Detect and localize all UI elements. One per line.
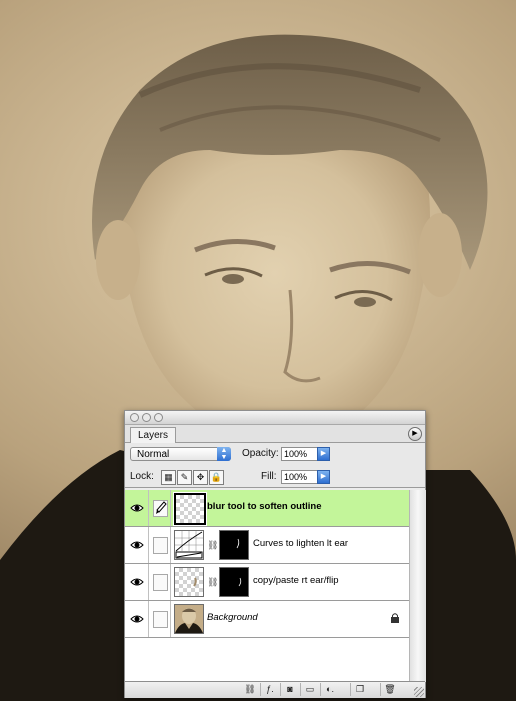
layer-mask-thumbnail[interactable] (219, 567, 249, 597)
new-adjustment-layer-icon[interactable]: ◐. (320, 683, 339, 696)
select-arrows-icon: ▲ ▼ (217, 447, 231, 461)
layer-thumbnail[interactable] (173, 492, 207, 526)
resize-grip-icon[interactable] (414, 687, 424, 697)
layer-mask-thumbnail[interactable] (219, 530, 249, 560)
fill-field[interactable]: 100% (281, 470, 318, 484)
add-mask-icon[interactable]: ◙ (280, 683, 299, 696)
new-group-icon[interactable]: ▭ (300, 683, 319, 696)
chain-link-icon[interactable]: ⛓ (207, 577, 218, 588)
lock-icon (391, 613, 399, 623)
blend-opacity-row: Normal ▲ ▼ Opacity: 100% ▶ (125, 443, 425, 465)
zoom-button[interactable] (154, 413, 163, 422)
layers-palette: Layers ▶ Normal ▲ ▼ Opacity: 100% ▶ Lock:… (124, 410, 426, 698)
close-button[interactable] (130, 413, 139, 422)
lock-all-icon[interactable]: 🔒 (209, 470, 224, 485)
brush-cell[interactable] (148, 490, 171, 526)
tab-layers[interactable]: Layers (130, 427, 177, 443)
eye-icon[interactable] (130, 501, 144, 515)
empty-box (153, 574, 168, 591)
lock-fill-row: Lock: ▦ ✎ ✥ 🔒 Fill: 100% ▶ (125, 465, 425, 488)
layer-row-blur[interactable]: blur tool to soften outline (125, 490, 409, 527)
eye-icon[interactable] (130, 538, 144, 552)
lock-label: Lock: (130, 471, 154, 482)
empty-box (153, 537, 168, 554)
palette-titlebar[interactable] (125, 411, 425, 425)
layer-name[interactable]: Curves to lighten lt ear (253, 538, 348, 549)
lock-position-icon[interactable]: ✥ (193, 470, 208, 485)
brush-cell[interactable] (148, 564, 171, 600)
palette-tab-row: Layers ▶ (125, 425, 425, 443)
layer-row-background[interactable]: Background (125, 601, 409, 638)
layers-list: blur tool to soften outline ⛓ Curves to … (125, 490, 409, 682)
add-layer-style-icon[interactable]: ƒ. (260, 683, 279, 696)
chain-link-icon[interactable]: ⛓ (207, 540, 218, 551)
lock-image-icon[interactable]: ✎ (177, 470, 192, 485)
layer-name[interactable]: copy/paste rt ear/flip (253, 575, 339, 586)
flyout-menu-icon[interactable]: ▶ (408, 427, 422, 441)
brush-cell[interactable] (148, 601, 171, 637)
layer-thumbnail[interactable] (174, 567, 204, 597)
opacity-label: Opacity: (242, 448, 279, 459)
opacity-slider-button[interactable]: ▶ (317, 447, 330, 461)
layers-scrollbar[interactable] (409, 490, 426, 682)
empty-box (153, 611, 168, 628)
palette-bottom-bar: ⛓ ƒ. ◙ ▭ ◐. ❐ 🗑 (125, 681, 425, 698)
layer-name[interactable]: Background (207, 612, 258, 623)
lock-transparency-icon[interactable]: ▦ (161, 470, 176, 485)
link-layers-icon[interactable]: ⛓ (241, 683, 259, 696)
eye-icon[interactable] (130, 612, 144, 626)
blend-mode-select[interactable]: Normal ▲ ▼ (130, 447, 231, 461)
blend-mode-value: Normal (137, 449, 170, 460)
paintbrush-icon (153, 500, 168, 517)
layer-name[interactable]: blur tool to soften outline (207, 501, 322, 512)
background-thumbnail[interactable] (174, 604, 204, 634)
minimize-button[interactable] (142, 413, 151, 422)
layer-row-copypaste[interactable]: ⛓ copy/paste rt ear/flip (125, 564, 409, 601)
trash-icon[interactable]: 🗑 (380, 683, 399, 696)
new-layer-icon[interactable]: ❐ (350, 683, 369, 696)
fill-slider-button[interactable]: ▶ (317, 470, 330, 484)
eye-icon[interactable] (130, 575, 144, 589)
layer-row-curves[interactable]: ⛓ Curves to lighten lt ear (125, 527, 409, 564)
opacity-field[interactable]: 100% (281, 447, 318, 461)
fill-label: Fill: (261, 471, 277, 482)
curves-adjustment-icon[interactable] (174, 530, 204, 560)
brush-cell[interactable] (148, 527, 171, 563)
